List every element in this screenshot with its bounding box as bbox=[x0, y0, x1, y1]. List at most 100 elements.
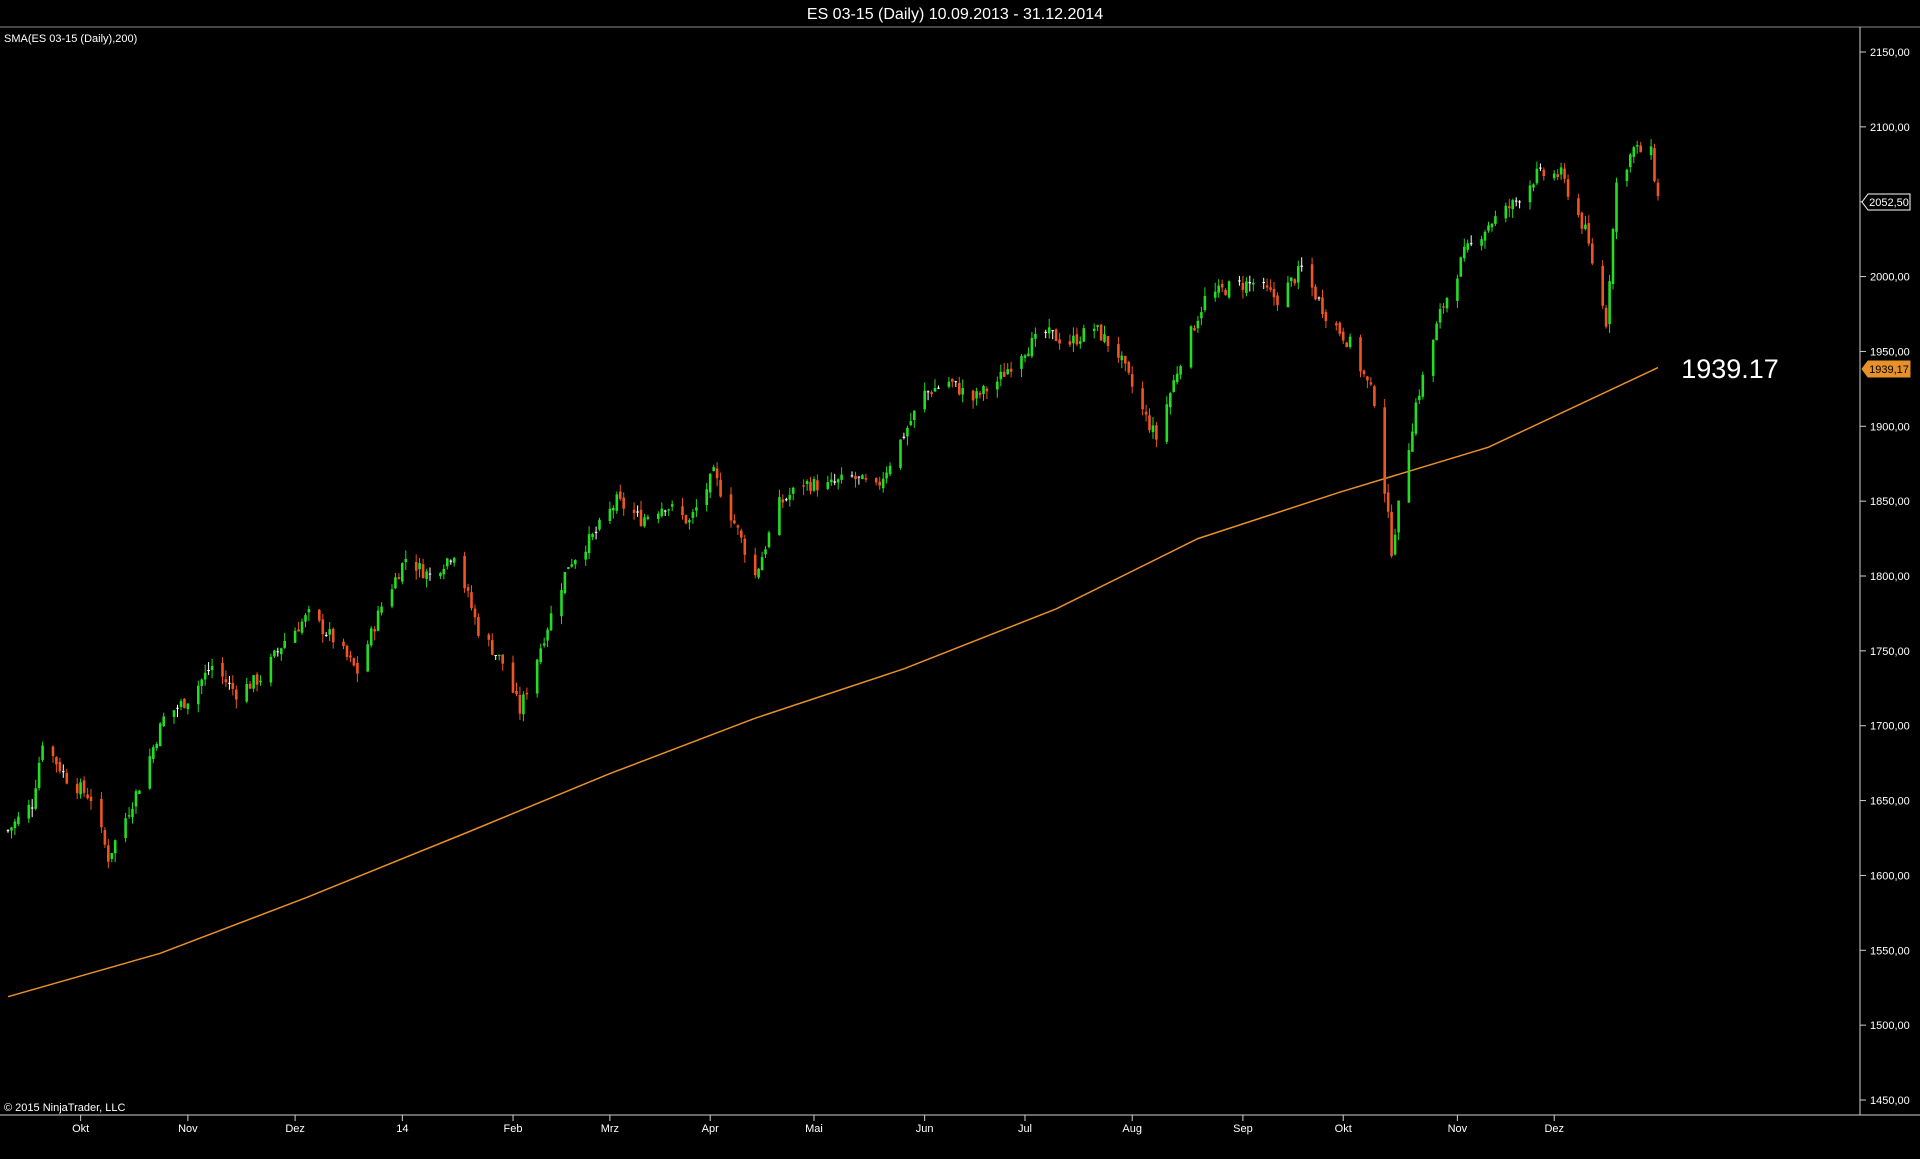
candle-body bbox=[176, 707, 179, 709]
candle-body bbox=[926, 391, 930, 393]
candle-body bbox=[612, 508, 615, 511]
x-tick-label: Mrz bbox=[601, 1123, 619, 1135]
candle-body bbox=[1290, 277, 1293, 282]
candle-body bbox=[1117, 344, 1120, 358]
last-price-marker: 2052,50 bbox=[1861, 193, 1911, 211]
candle-body bbox=[913, 410, 916, 420]
x-tick-label: Dez bbox=[1544, 1123, 1564, 1135]
candle-body bbox=[632, 509, 636, 513]
candle-body bbox=[591, 534, 594, 538]
candle-body bbox=[1504, 205, 1508, 219]
candle-body bbox=[518, 694, 522, 714]
candle-body bbox=[639, 509, 643, 526]
candle-body bbox=[864, 478, 868, 480]
candle-body bbox=[608, 508, 612, 521]
candle-body bbox=[691, 512, 695, 518]
x-tick-label: Okt bbox=[72, 1123, 89, 1135]
candle-body bbox=[1435, 323, 1438, 341]
candle-body bbox=[715, 468, 719, 479]
x-tick-label: Dez bbox=[285, 1123, 305, 1135]
candle-body bbox=[1490, 223, 1494, 228]
candle-body bbox=[539, 648, 542, 663]
candle-body bbox=[79, 782, 82, 795]
candle-body bbox=[515, 690, 518, 695]
copyright-text: © 2015 NinjaTrader, LLC bbox=[4, 1102, 125, 1114]
candle-body bbox=[933, 388, 937, 392]
candle-body bbox=[861, 475, 864, 479]
sma-annotation: 1939.17 bbox=[1681, 354, 1779, 384]
candle-body bbox=[1639, 145, 1642, 153]
candle-body bbox=[684, 515, 688, 524]
candle-body bbox=[996, 381, 999, 390]
candle-body bbox=[82, 780, 86, 793]
sma-value-label: 1939,17 bbox=[1869, 364, 1909, 376]
candle-body bbox=[778, 497, 781, 536]
y-tick-label: 2000,00 bbox=[1870, 272, 1910, 284]
candle-body bbox=[1528, 185, 1532, 203]
chart-window: ES 03-15 (Daily) 10.09.2013 - 31.12.2014… bbox=[0, 0, 1920, 1159]
candle-body bbox=[1362, 370, 1366, 374]
chart-title: ES 03-15 (Daily) 10.09.2013 - 31.12.2014 bbox=[807, 6, 1103, 23]
candle-body bbox=[937, 387, 940, 389]
candle-body bbox=[1608, 281, 1611, 325]
candle-body bbox=[1054, 329, 1058, 342]
candle-body bbox=[37, 762, 41, 788]
candle-body bbox=[1179, 366, 1182, 375]
candle-body bbox=[1300, 265, 1303, 267]
candle-body bbox=[1317, 297, 1321, 299]
x-tick-label: Jul bbox=[1018, 1123, 1032, 1135]
candle-body bbox=[1532, 184, 1535, 188]
candle-body bbox=[1366, 376, 1369, 381]
candle-body bbox=[328, 629, 331, 635]
candle-body bbox=[1286, 282, 1290, 308]
candle-body bbox=[276, 651, 280, 653]
candle-body bbox=[781, 499, 785, 503]
candle-body bbox=[1034, 334, 1037, 339]
candle-body bbox=[1494, 216, 1497, 224]
candle-body bbox=[764, 549, 767, 555]
candle-body bbox=[280, 648, 283, 655]
candle-body bbox=[757, 568, 760, 578]
candle-body bbox=[1442, 306, 1445, 308]
candle-body bbox=[1148, 415, 1151, 431]
candle-body bbox=[729, 494, 733, 521]
candle-body bbox=[1262, 282, 1265, 284]
candle-body bbox=[172, 710, 176, 717]
candle-body bbox=[878, 481, 881, 486]
candle-body bbox=[899, 439, 902, 468]
candle-body bbox=[1155, 425, 1158, 440]
candle-body bbox=[1006, 369, 1009, 375]
price-chart[interactable]: ES 03-15 (Daily) 10.09.2013 - 31.12.2014… bbox=[0, 0, 1920, 1159]
candle-body bbox=[107, 845, 110, 862]
candle-body bbox=[487, 634, 491, 640]
candle-body bbox=[1321, 297, 1324, 314]
candle-body bbox=[297, 629, 300, 632]
candle-body bbox=[1196, 320, 1200, 329]
candle-body bbox=[1539, 167, 1542, 169]
candle-body bbox=[41, 745, 44, 760]
candle-body bbox=[850, 475, 854, 477]
candle-body bbox=[470, 592, 473, 609]
candle-body bbox=[1227, 281, 1231, 298]
candle-body bbox=[1051, 330, 1054, 332]
candle-body bbox=[1245, 281, 1248, 293]
candle-body bbox=[1144, 411, 1148, 415]
candle-body bbox=[1141, 388, 1144, 410]
candle-body bbox=[660, 508, 664, 517]
candle-body bbox=[1092, 328, 1096, 331]
candle-body bbox=[252, 675, 255, 689]
candle-body bbox=[1124, 355, 1127, 364]
candle-body bbox=[688, 520, 691, 523]
candle-body bbox=[636, 511, 639, 513]
x-tick-label: Apr bbox=[702, 1123, 719, 1135]
candle-body bbox=[356, 662, 359, 674]
candle-body bbox=[663, 510, 667, 512]
y-tick-label: 1600,00 bbox=[1870, 870, 1910, 882]
candle-body bbox=[473, 608, 477, 618]
y-tick-label: 1900,00 bbox=[1870, 421, 1910, 433]
candle-body bbox=[888, 465, 892, 475]
candle-body bbox=[75, 784, 79, 794]
candle-body bbox=[224, 679, 228, 683]
candle-body bbox=[352, 658, 356, 666]
candle-body bbox=[1591, 243, 1594, 264]
